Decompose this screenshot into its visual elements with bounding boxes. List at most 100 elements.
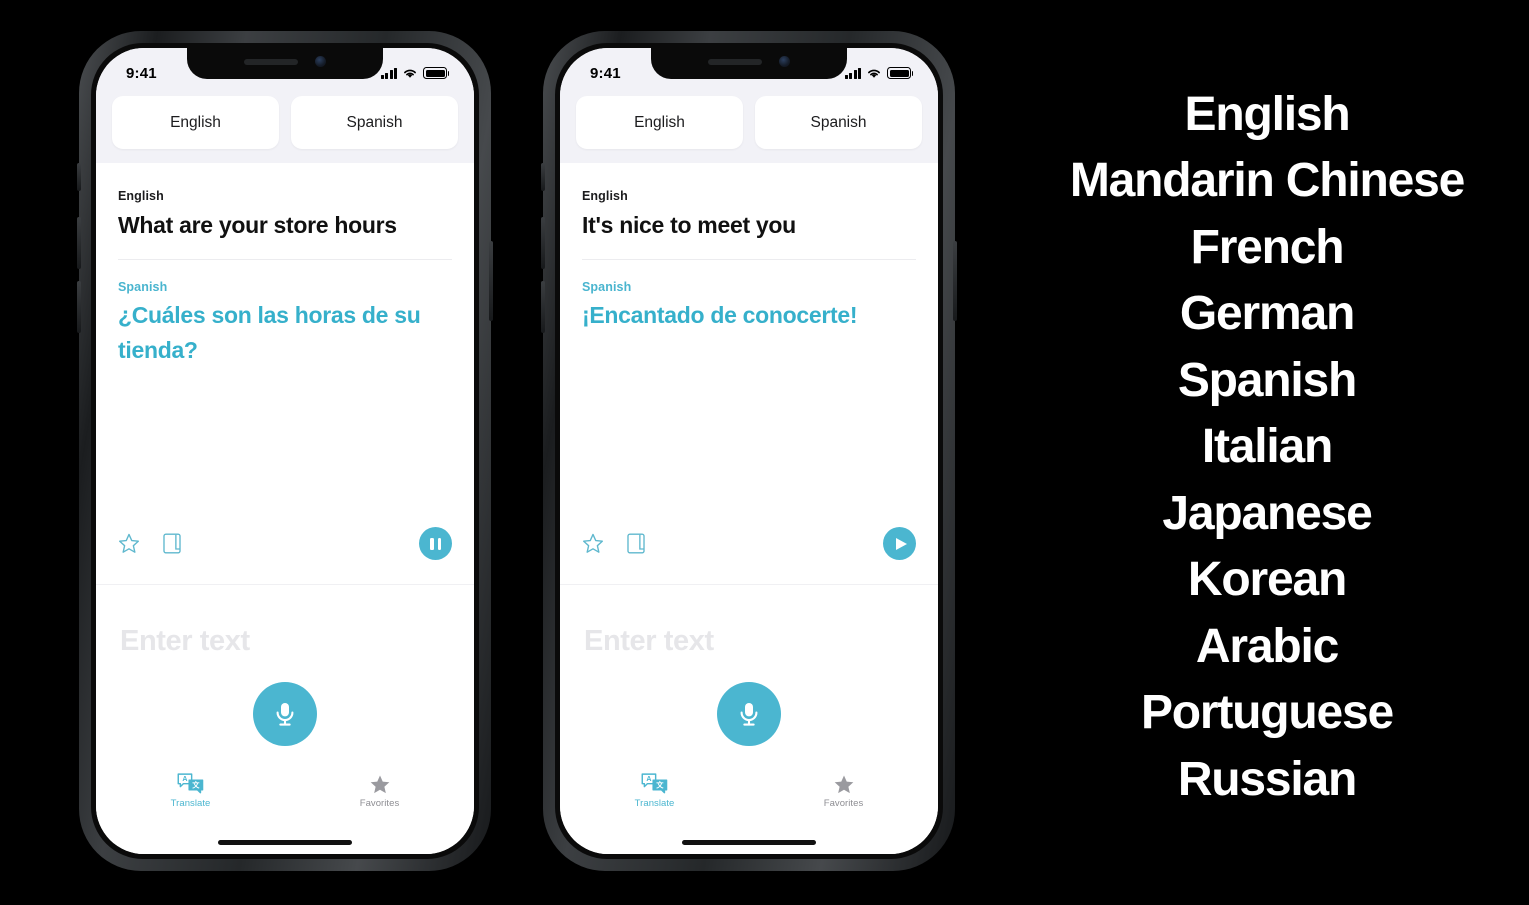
card-action-row-1	[118, 527, 452, 560]
wifi-icon	[868, 69, 880, 78]
star-outline-icon[interactable]	[582, 533, 604, 554]
battery-icon	[887, 67, 914, 79]
microphone-button[interactable]	[717, 682, 781, 746]
cellular-bars-icon	[844, 67, 861, 79]
tab-bar-2: A 文 Translate Favorites	[560, 762, 938, 820]
language-list-item: French	[1190, 220, 1345, 274]
language-list-item: Spanish	[1177, 353, 1358, 407]
tab-translate[interactable]: A 文 Translate	[96, 773, 285, 809]
target-language-button[interactable]: Spanish	[755, 96, 922, 149]
card-action-icons	[118, 533, 181, 554]
earpiece-speaker-icon	[244, 58, 298, 65]
book-outline-icon[interactable]	[627, 533, 645, 554]
status-indicators	[380, 67, 450, 79]
mute-switch[interactable]	[77, 163, 81, 191]
language-list-item: Mandarin Chinese	[1069, 154, 1465, 208]
text-input-region-1[interactable]: Enter text A 文 Translate Favorites	[96, 584, 474, 854]
card-action-icons	[582, 533, 645, 554]
notch	[651, 48, 847, 79]
tab-favorites[interactable]: Favorites	[749, 774, 938, 809]
language-list-item: Korean	[1187, 553, 1347, 607]
home-indicator[interactable]	[218, 840, 352, 845]
mute-switch[interactable]	[541, 163, 545, 191]
status-indicators	[844, 67, 914, 79]
pause-icon	[429, 537, 442, 550]
tab-translate-label: Translate	[170, 798, 211, 809]
enter-text-placeholder[interactable]: Enter text	[584, 625, 714, 658]
translate-bubbles-icon: A 文	[641, 773, 668, 794]
volume-up-button[interactable]	[77, 217, 81, 269]
cellular-bars-icon	[380, 67, 397, 79]
text-input-region-2[interactable]: Enter text A 文 Translate Favorites	[560, 584, 938, 854]
target-text[interactable]: ¿Cuáles son las horas de su tienda?	[118, 298, 452, 367]
phone-mockup-2: 9:41 English Spanish English It's nice t…	[541, 31, 957, 871]
play-icon	[895, 537, 907, 550]
card-action-row-2	[582, 527, 916, 560]
card-divider	[118, 259, 452, 261]
phone-screen-2: 9:41 English Spanish English It's nice t…	[560, 48, 938, 854]
pause-button[interactable]	[419, 527, 452, 560]
book-outline-icon[interactable]	[163, 533, 181, 554]
microphone-icon	[276, 703, 294, 726]
source-language-label: English	[582, 189, 628, 203]
language-list-item: Russian	[1177, 752, 1358, 806]
phone-mockup-1: 9:41 English Spanish English What are yo…	[77, 31, 493, 871]
tab-translate[interactable]: A 文 Translate	[560, 773, 749, 809]
status-clock: 9:41	[126, 64, 157, 82]
svg-text:文: 文	[655, 781, 664, 790]
status-clock: 9:41	[590, 64, 621, 82]
source-text[interactable]: What are your store hours	[118, 208, 452, 242]
tab-favorites[interactable]: Favorites	[285, 774, 474, 809]
notch	[187, 48, 383, 79]
svg-text:A: A	[182, 776, 187, 783]
home-indicator[interactable]	[682, 840, 816, 845]
svg-text:文: 文	[191, 781, 200, 790]
front-camera-icon	[315, 56, 326, 67]
source-text[interactable]: It's nice to meet you	[582, 208, 916, 242]
card-divider	[582, 259, 916, 261]
microphone-button[interactable]	[253, 682, 317, 746]
language-selector-bar-1: English Spanish	[96, 90, 474, 163]
phone-screen-1: 9:41 English Spanish English What are yo…	[96, 48, 474, 854]
target-language-label: Spanish	[118, 280, 168, 295]
language-selector-bar-2: English Spanish	[560, 90, 938, 163]
phone-bezel-2: 9:41 English Spanish English It's nice t…	[555, 43, 943, 859]
source-language-button[interactable]: English	[576, 96, 743, 149]
play-button[interactable]	[883, 527, 916, 560]
language-list-item: Japanese	[1162, 486, 1372, 540]
power-button[interactable]	[489, 241, 493, 321]
battery-icon	[423, 67, 450, 79]
language-list-item: English	[1184, 88, 1351, 141]
tab-bar-1: A 文 Translate Favorites	[96, 762, 474, 820]
earpiece-speaker-icon	[708, 58, 762, 65]
star-outline-icon[interactable]	[118, 533, 140, 554]
wifi-icon	[404, 69, 416, 78]
volume-down-button[interactable]	[541, 281, 545, 333]
target-text[interactable]: ¡Encantado de conocerte!	[582, 298, 916, 332]
source-language-button[interactable]: English	[112, 96, 279, 149]
target-language-label: Spanish	[582, 280, 632, 295]
target-block: Spanish ¿Cuáles son las horas de su tien…	[118, 280, 452, 367]
svg-text:A: A	[646, 776, 651, 783]
front-camera-icon	[779, 56, 790, 67]
supported-languages-list: English Mandarin Chinese French German Spani…	[1005, 82, 1529, 813]
phone-bezel-1: 9:41 English Spanish English What are yo…	[91, 43, 479, 859]
translation-card-1: English What are your store hours Spanis…	[96, 163, 474, 584]
star-filled-icon	[834, 774, 853, 793]
translate-bubbles-icon: A 文	[177, 773, 204, 794]
language-list-item: Arabic	[1195, 619, 1339, 673]
tab-translate-label: Translate	[634, 798, 675, 809]
volume-up-button[interactable]	[541, 217, 545, 269]
target-block: Spanish ¡Encantado de conocerte!	[582, 280, 916, 332]
microphone-icon	[740, 703, 758, 726]
translation-card-2: English It's nice to meet you Spanish ¡E…	[560, 163, 938, 584]
volume-down-button[interactable]	[77, 281, 81, 333]
target-language-button[interactable]: Spanish	[291, 96, 458, 149]
source-language-label: English	[118, 189, 164, 203]
power-button[interactable]	[953, 241, 957, 321]
language-list-item: German	[1179, 287, 1355, 341]
tab-favorites-label: Favorites	[359, 797, 400, 809]
star-filled-icon	[370, 774, 389, 793]
enter-text-placeholder[interactable]: Enter text	[120, 625, 250, 658]
language-list-item: Italian	[1201, 420, 1334, 474]
